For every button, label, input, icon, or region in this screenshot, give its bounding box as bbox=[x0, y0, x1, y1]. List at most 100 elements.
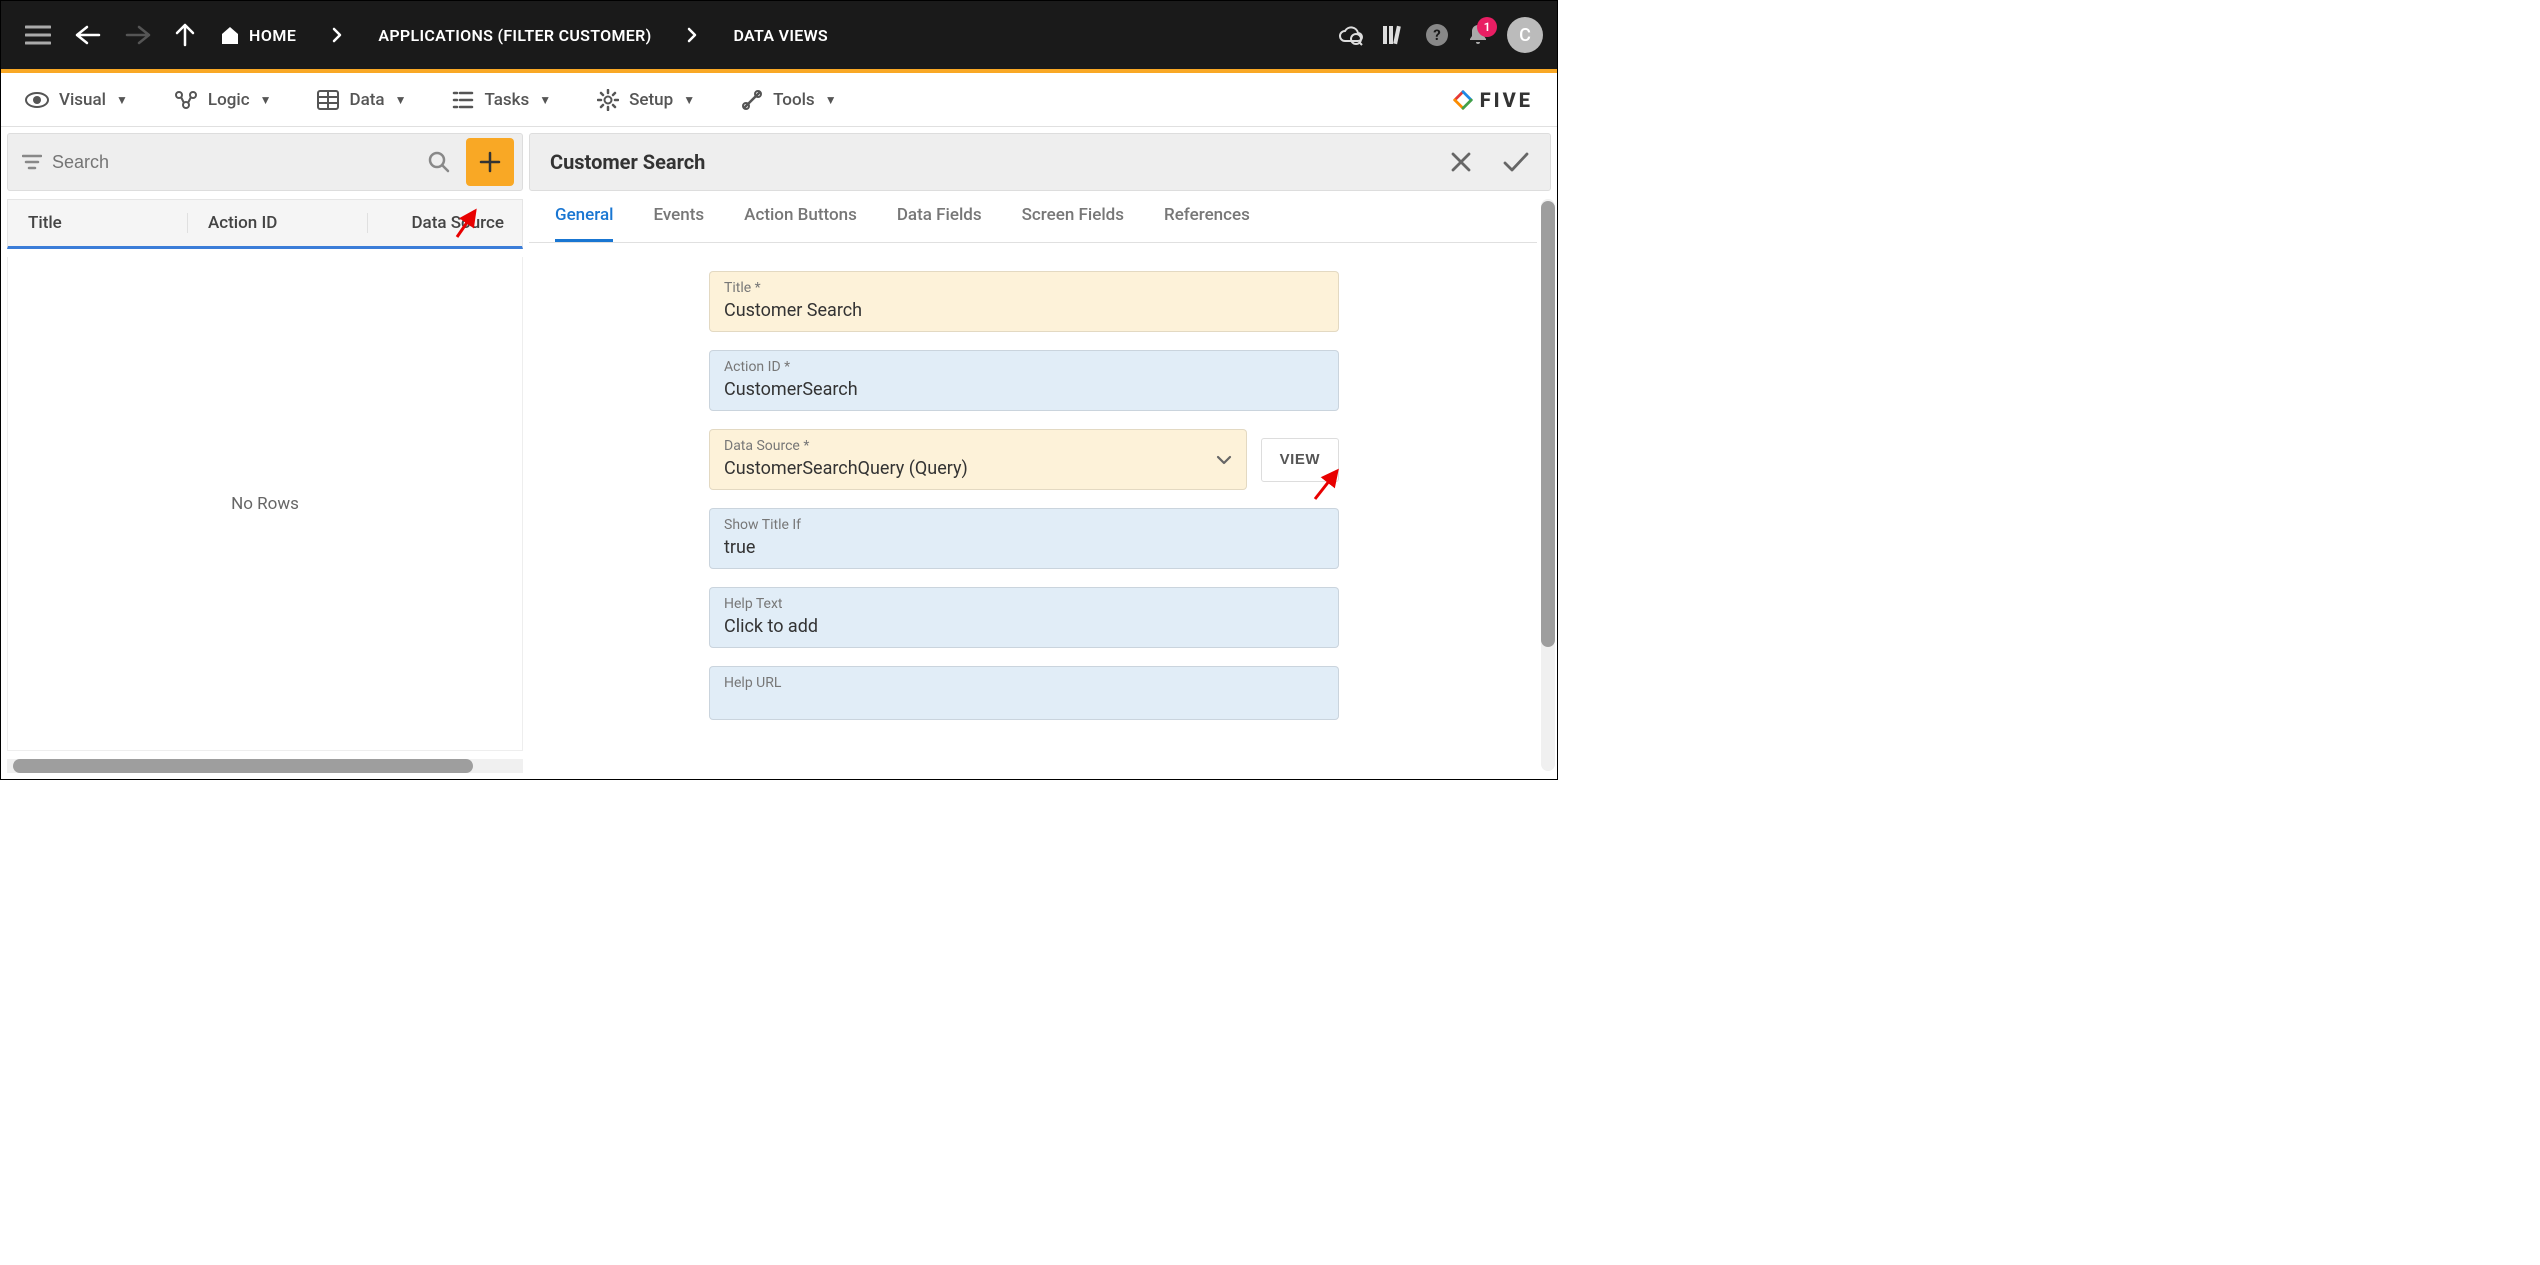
chevron-down-icon: ▼ bbox=[260, 93, 272, 107]
search-box bbox=[7, 133, 523, 191]
search-input[interactable] bbox=[52, 152, 418, 173]
field-action-id-label: Action ID * bbox=[724, 359, 1324, 375]
field-data-source-value: CustomerSearchQuery (Query) bbox=[724, 458, 1232, 479]
chevron-down-icon[interactable] bbox=[1216, 455, 1232, 465]
detail-header: Customer Search bbox=[529, 133, 1551, 191]
detail-title: Customer Search bbox=[550, 150, 705, 174]
chevron-down-icon: ▼ bbox=[116, 93, 128, 107]
menu-data-label: Data bbox=[349, 90, 384, 110]
tab-general[interactable]: General bbox=[555, 205, 613, 242]
form-area: Title * Customer Search Action ID * Cust… bbox=[529, 243, 1557, 779]
detail-header-actions bbox=[1450, 151, 1530, 173]
chevron-down-icon: ▼ bbox=[395, 93, 407, 107]
chevron-down-icon: ▼ bbox=[539, 93, 551, 107]
menu-setup[interactable]: Setup▼ bbox=[597, 89, 695, 111]
col-data-source[interactable]: Data Source bbox=[368, 213, 522, 233]
svg-text:?: ? bbox=[1433, 26, 1440, 44]
col-title[interactable]: Title bbox=[8, 213, 188, 233]
menu-visual-label: Visual bbox=[59, 90, 106, 110]
topbar-right: ? 1 C bbox=[1337, 17, 1543, 53]
field-help-text[interactable]: Help Text Click to add bbox=[709, 587, 1339, 648]
h-scrollbar-thumb[interactable] bbox=[13, 759, 473, 773]
home-icon bbox=[219, 25, 241, 45]
forward-icon bbox=[125, 25, 151, 45]
help-icon[interactable]: ? bbox=[1425, 23, 1449, 47]
breadcrumb-dataviews[interactable]: DATA VIEWS bbox=[733, 26, 828, 45]
back-icon[interactable] bbox=[75, 25, 101, 45]
add-button[interactable] bbox=[466, 138, 514, 186]
field-show-title-if-label: Show Title If bbox=[724, 517, 1324, 533]
field-data-source[interactable]: Data Source * CustomerSearchQuery (Query… bbox=[709, 429, 1247, 490]
gear-icon bbox=[597, 89, 619, 111]
filter-icon[interactable] bbox=[22, 154, 42, 170]
brand-icon bbox=[1452, 89, 1474, 111]
tab-references[interactable]: References bbox=[1164, 205, 1250, 242]
tab-data-fields[interactable]: Data Fields bbox=[897, 205, 982, 242]
tab-action-buttons[interactable]: Action Buttons bbox=[744, 205, 857, 242]
plus-icon bbox=[478, 150, 502, 174]
eye-icon bbox=[25, 91, 49, 109]
menu-data[interactable]: Data ▼ bbox=[317, 90, 406, 110]
search-icon[interactable] bbox=[428, 151, 450, 173]
topbar-left: HOME APPLICATIONS (FILTER CUSTOMER) DATA… bbox=[25, 23, 828, 47]
main: Title Action ID Data Source No Rows Cust… bbox=[1, 127, 1557, 779]
cloud-icon[interactable] bbox=[1337, 24, 1363, 46]
field-data-source-row: Data Source * CustomerSearchQuery (Query… bbox=[709, 429, 1339, 490]
field-title[interactable]: Title * Customer Search bbox=[709, 271, 1339, 332]
view-button[interactable]: VIEW bbox=[1261, 438, 1339, 482]
field-title-label: Title * bbox=[724, 280, 1324, 296]
notification-badge: 1 bbox=[1477, 17, 1497, 37]
breadcrumb-home[interactable]: HOME bbox=[219, 25, 296, 45]
tab-screen-fields[interactable]: Screen Fields bbox=[1022, 205, 1124, 242]
tasks-icon bbox=[452, 90, 474, 110]
confirm-icon[interactable] bbox=[1502, 151, 1530, 173]
v-scrollbar[interactable] bbox=[1541, 199, 1555, 771]
menu-bar: Visual ▼ Logic ▼ Data ▼ Tasks ▼ Setup▼ Tools… bbox=[1, 73, 1557, 127]
field-show-title-if[interactable]: Show Title If true bbox=[709, 508, 1339, 569]
form-inner: Title * Customer Search Action ID * Cust… bbox=[709, 271, 1339, 720]
menu-tools-label: Tools bbox=[773, 90, 815, 110]
list-header: Title Action ID Data Source bbox=[7, 199, 523, 249]
logic-icon bbox=[174, 90, 198, 110]
tools-icon bbox=[741, 89, 763, 111]
menu-logic-label: Logic bbox=[208, 90, 250, 110]
tab-events[interactable]: Events bbox=[653, 205, 704, 242]
field-help-text-value: Click to add bbox=[724, 616, 1324, 637]
field-show-title-if-value: true bbox=[724, 537, 1324, 558]
close-icon[interactable] bbox=[1450, 151, 1472, 173]
chevron-down-icon: ▼ bbox=[683, 93, 695, 107]
breadcrumb-chevron-icon bbox=[675, 27, 709, 43]
breadcrumb-home-label: HOME bbox=[249, 26, 296, 45]
brand-label: FIVE bbox=[1480, 88, 1533, 112]
field-help-url[interactable]: Help URL bbox=[709, 666, 1339, 720]
menu-logic[interactable]: Logic ▼ bbox=[174, 90, 272, 110]
field-help-text-label: Help Text bbox=[724, 596, 1324, 612]
library-icon[interactable] bbox=[1381, 23, 1407, 47]
field-help-url-label: Help URL bbox=[724, 675, 1324, 691]
right-panel: Customer Search General Events Action Bu… bbox=[529, 127, 1557, 779]
brand-logo: FIVE bbox=[1452, 88, 1533, 112]
breadcrumb-chevron-icon bbox=[320, 27, 354, 43]
field-title-value: Customer Search bbox=[724, 300, 1324, 321]
h-scrollbar[interactable] bbox=[7, 759, 523, 773]
menu-icon[interactable] bbox=[25, 25, 51, 45]
bell-icon[interactable]: 1 bbox=[1467, 23, 1489, 47]
menu-tasks[interactable]: Tasks ▼ bbox=[452, 90, 551, 110]
list-empty: No Rows bbox=[7, 257, 523, 751]
up-icon[interactable] bbox=[175, 23, 195, 47]
top-bar: HOME APPLICATIONS (FILTER CUSTOMER) DATA… bbox=[1, 1, 1557, 69]
left-panel: Title Action ID Data Source No Rows bbox=[1, 127, 529, 779]
menu-tools[interactable]: Tools ▼ bbox=[741, 89, 836, 111]
col-action-id[interactable]: Action ID bbox=[188, 213, 368, 233]
detail-tabs: General Events Action Buttons Data Field… bbox=[529, 191, 1537, 243]
v-scrollbar-thumb[interactable] bbox=[1541, 201, 1555, 647]
field-action-id-value: CustomerSearch bbox=[724, 379, 1324, 400]
menu-tasks-label: Tasks bbox=[484, 90, 529, 110]
field-data-source-label: Data Source * bbox=[724, 438, 1232, 454]
field-action-id[interactable]: Action ID * CustomerSearch bbox=[709, 350, 1339, 411]
breadcrumb-applications[interactable]: APPLICATIONS (FILTER CUSTOMER) bbox=[378, 26, 651, 45]
menu-visual[interactable]: Visual ▼ bbox=[25, 90, 128, 110]
avatar[interactable]: C bbox=[1507, 17, 1543, 53]
chevron-down-icon: ▼ bbox=[825, 93, 837, 107]
table-icon bbox=[317, 90, 339, 110]
